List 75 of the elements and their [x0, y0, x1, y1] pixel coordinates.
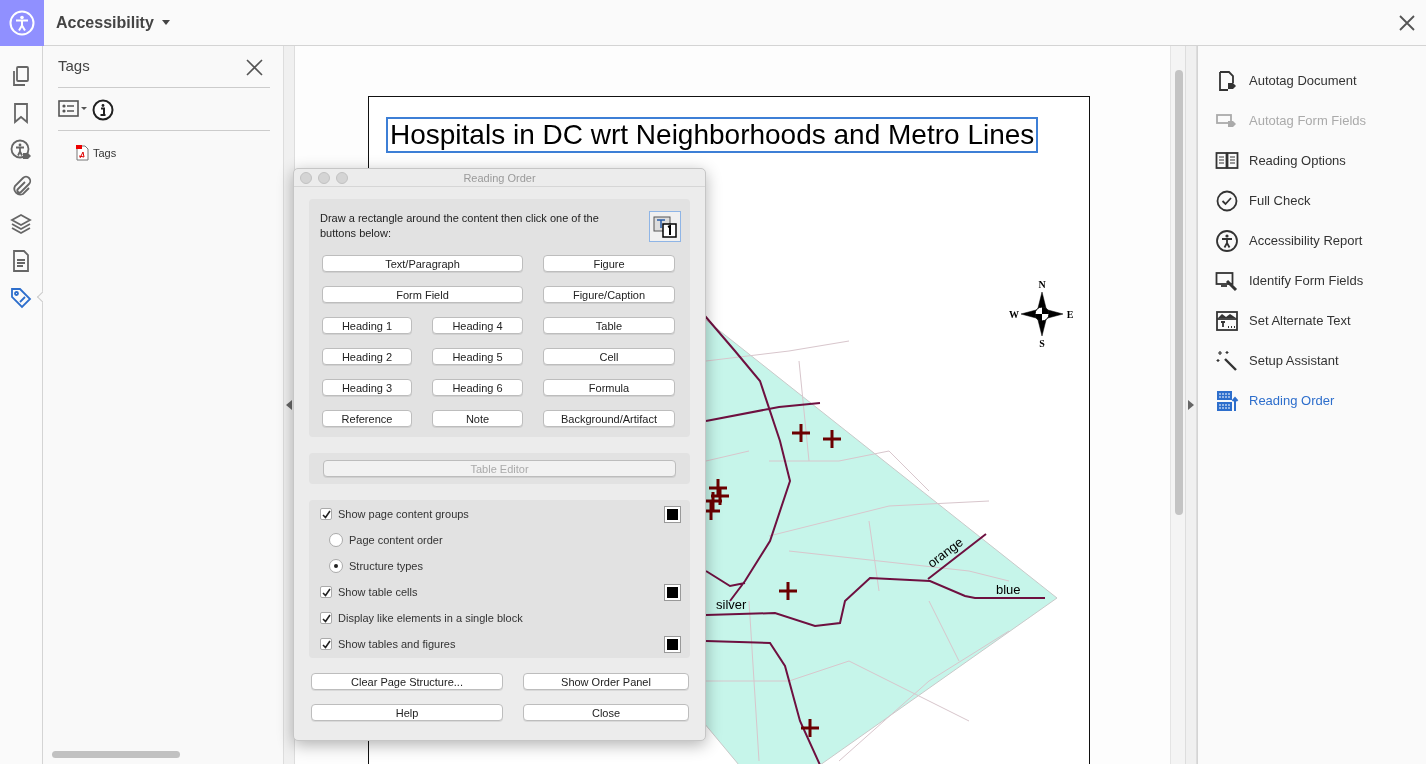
expand-arrow-icon[interactable]	[1188, 400, 1194, 410]
tag-type-button[interactable]: Formula	[543, 379, 675, 396]
tool-item[interactable]: Identify Form Fields	[1215, 270, 1426, 292]
tag-type-button[interactable]: Cell	[543, 348, 675, 365]
magic-wand-icon	[1215, 349, 1239, 373]
option-label: Show page content groups	[338, 506, 469, 522]
dialog-button[interactable]: Close	[523, 704, 689, 721]
collapse-arrow-icon[interactable]	[286, 400, 292, 410]
checkbox[interactable]	[320, 586, 332, 598]
map-label: silver	[716, 596, 747, 614]
monitor-cursor-icon	[1215, 269, 1239, 293]
tag-type-button[interactable]: Text/Paragraph	[322, 255, 523, 272]
checkbox[interactable]	[320, 508, 332, 520]
tag-type-button[interactable]: Heading 4	[432, 317, 523, 334]
tag-type-button[interactable]: Reference	[322, 410, 412, 427]
tag-type-button[interactable]: Form Field	[322, 286, 523, 303]
tag-type-button[interactable]: Heading 3	[322, 379, 412, 396]
tool-item[interactable]: Autotag Document	[1215, 70, 1426, 92]
panel-title: Tags	[58, 56, 90, 77]
compass-letter: N	[1038, 278, 1046, 292]
tag-icon[interactable]	[9, 285, 33, 309]
scrollbar[interactable]	[1175, 70, 1183, 515]
tool-item[interactable]: Set Alternate Text	[1215, 310, 1426, 332]
compass-letter: S	[1039, 337, 1045, 351]
layers-icon[interactable]	[9, 211, 33, 235]
tag-type-button[interactable]: Note	[432, 410, 523, 427]
dialog-button[interactable]: Clear Page Structure...	[311, 673, 503, 690]
option-label: Show table cells	[338, 584, 418, 600]
tag-type-button[interactable]: Heading 1	[322, 317, 412, 334]
compass-letter: W	[1009, 307, 1019, 322]
compass-letter: E	[1066, 307, 1074, 322]
instruction-text: Draw a rectangle around the content then click one of the buttons below:	[320, 211, 600, 241]
tag-type-button[interactable]: Heading 6	[432, 379, 523, 396]
tool-item[interactable]: Accessibility Report	[1215, 230, 1426, 252]
tag-type-button[interactable]: Table	[543, 317, 675, 334]
tree-item[interactable]: Tags	[76, 145, 117, 162]
option-label: Show tables and figures	[338, 636, 456, 652]
compass-icon	[1021, 292, 1063, 336]
tool-item[interactable]: Setup Assistant	[1215, 350, 1426, 372]
workspace-menu[interactable]: Accessibility	[44, 10, 170, 35]
map-label: blue	[996, 581, 1021, 599]
caret-icon	[161, 20, 170, 25]
tag-type-button[interactable]: Background/Artifact	[543, 410, 675, 427]
image-text-icon	[1215, 309, 1239, 333]
radio-button[interactable]	[329, 533, 343, 547]
dialog-button[interactable]: Show Order Panel	[523, 673, 689, 690]
accessibility-icon[interactable]	[9, 9, 35, 36]
info-icon[interactable]	[92, 97, 114, 121]
tool-item[interactable]: Reading Order	[1215, 390, 1426, 412]
tag-type-button[interactable]: Figure/Caption	[543, 286, 675, 303]
tool-item[interactable]: Full Check	[1215, 190, 1426, 212]
document-title: Hospitals in DC wrt Neighborhoods and Metro Lines	[386, 117, 1039, 153]
checkbox[interactable]	[320, 612, 332, 624]
color-swatch[interactable]	[665, 506, 680, 522]
options-menu-icon[interactable]	[58, 99, 88, 119]
tag-order-icon[interactable]	[649, 211, 681, 242]
accessibility-tag-icon[interactable]	[9, 137, 33, 161]
checkbox[interactable]	[320, 638, 332, 650]
dialog-title: Reading Order	[463, 171, 536, 186]
check-circle-icon	[1215, 189, 1239, 213]
color-swatch[interactable]	[665, 584, 680, 600]
color-swatch[interactable]	[665, 636, 680, 652]
option-label: Page content order	[349, 532, 443, 548]
tool-item[interactable]: Reading Options	[1215, 150, 1426, 172]
option-label: Display like elements in a single block	[338, 610, 523, 626]
option-label: Structure types	[349, 558, 423, 574]
tag-type-button[interactable]: Heading 5	[432, 348, 523, 365]
radio-button[interactable]	[329, 559, 343, 573]
pdf-file-icon	[76, 145, 89, 162]
accessibility-icon	[1215, 229, 1239, 253]
scrollbar[interactable]	[52, 751, 180, 758]
reading-order-icon	[1215, 389, 1239, 413]
tag-type-button[interactable]: Figure	[543, 255, 675, 272]
tag-type-button[interactable]: Heading 2	[322, 348, 412, 365]
dialog-button[interactable]: Help	[311, 704, 503, 721]
